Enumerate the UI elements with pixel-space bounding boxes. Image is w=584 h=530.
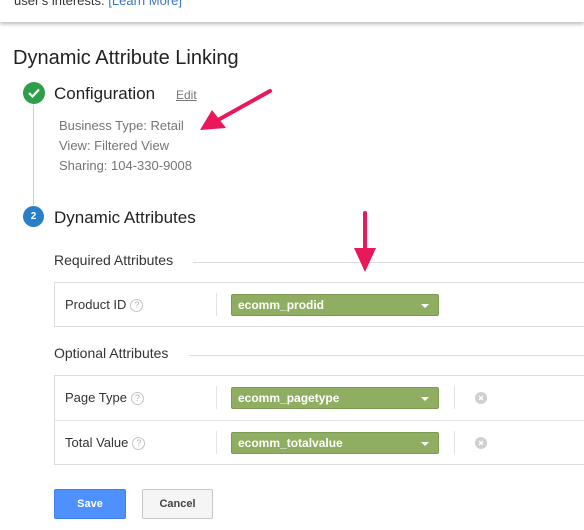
attribute-row-total-value: Total Value? ecomm_totalvalue	[55, 420, 584, 463]
column-divider	[454, 431, 455, 454]
edit-configuration-link[interactable]: Edit	[176, 88, 197, 102]
section-divider	[193, 262, 584, 263]
attribute-row-page-type: Page Type? ecomm_pagetype	[55, 376, 584, 419]
remove-attribute-icon[interactable]	[475, 392, 487, 404]
page-type-select[interactable]: ecomm_pagetype	[231, 387, 439, 409]
attribute-row-product-id: Product ID? ecomm_prodid	[55, 283, 584, 326]
column-divider	[216, 293, 217, 316]
cancel-button[interactable]: Cancel	[142, 489, 213, 519]
column-divider	[216, 431, 217, 454]
top-info-strip: user's interests. [Learn More]	[0, 0, 584, 22]
help-icon[interactable]: ?	[132, 437, 146, 450]
optional-attributes-heading: Optional Attributes	[54, 345, 169, 361]
remove-attribute-icon[interactable]	[475, 437, 487, 449]
column-divider	[216, 386, 217, 409]
config-business-type: Business Type: Retail	[59, 118, 184, 133]
select-value: ecomm_pagetype	[238, 391, 340, 405]
column-divider	[454, 386, 455, 409]
config-sharing: Sharing: 104-330-9008	[59, 158, 192, 173]
annotation-arrow-icon	[200, 89, 272, 130]
save-button[interactable]: Save	[54, 489, 126, 519]
optional-attributes-panel: Page Type? ecomm_pagetype Total Value? e…	[54, 375, 584, 465]
page-title: Dynamic Attribute Linking	[13, 47, 239, 69]
dropdown-caret-icon	[421, 397, 429, 401]
dropdown-caret-icon	[421, 304, 429, 308]
select-value: ecomm_prodid	[238, 298, 325, 312]
required-attributes-heading: Required Attributes	[54, 252, 174, 268]
step-complete-check-icon	[23, 82, 45, 104]
help-icon[interactable]: ?	[130, 392, 144, 405]
attribute-label: Product ID?	[65, 297, 144, 312]
attribute-label: Total Value?	[65, 435, 146, 450]
dropdown-caret-icon	[421, 442, 429, 446]
step-connector	[33, 105, 34, 205]
step-title-dynamic-attributes: Dynamic Attributes	[54, 208, 196, 227]
help-icon[interactable]: ?	[130, 299, 144, 312]
required-attributes-panel: Product ID? ecomm_prodid	[54, 282, 584, 327]
section-divider	[189, 355, 584, 356]
product-id-select[interactable]: ecomm_prodid	[231, 294, 439, 316]
info-text: user's interests. [Learn More]	[14, 0, 182, 8]
step-title-configuration: Configuration	[54, 84, 156, 103]
select-value: ecomm_totalvalue	[238, 436, 343, 450]
total-value-select[interactable]: ecomm_totalvalue	[231, 432, 439, 454]
step-number-badge: 2	[23, 206, 44, 227]
annotation-arrow-icon	[354, 211, 376, 272]
config-view: View: Filtered View	[59, 138, 170, 153]
attribute-label: Page Type?	[65, 390, 144, 405]
learn-more-link[interactable]: [Learn More]	[108, 0, 182, 8]
